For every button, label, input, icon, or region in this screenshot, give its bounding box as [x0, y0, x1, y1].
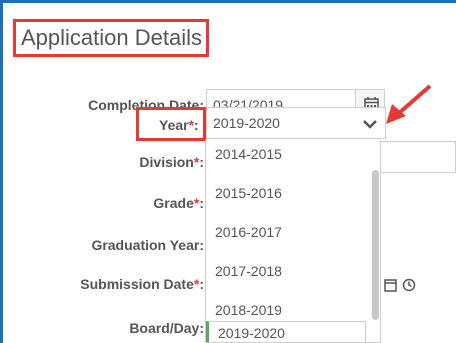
- page-title: Application Details: [13, 19, 209, 57]
- year-selected-value: 2019-2020: [213, 115, 280, 131]
- pointer-arrow-icon: [386, 84, 432, 124]
- calendar-icon: [384, 279, 397, 292]
- graduation-year-label: Graduation Year:: [91, 237, 204, 253]
- year-label-highlight: Year*:: [136, 107, 206, 141]
- year-dropdown-list[interactable]: 2014-2015 2015-2016 2016-2017 2017-2018 …: [205, 140, 381, 343]
- dropdown-scrollbar[interactable]: [372, 170, 379, 320]
- year-option[interactable]: 2015-2016: [215, 185, 282, 201]
- date-time-buttons-fragment[interactable]: [380, 270, 420, 300]
- division-label: Division*:: [139, 154, 204, 170]
- chevron-down-icon: [363, 120, 377, 129]
- year-option[interactable]: 2018-2019: [215, 302, 282, 318]
- submission-date-label: Submission Date*:: [80, 276, 204, 292]
- clock-icon: [402, 278, 416, 292]
- year-option[interactable]: 2016-2017: [215, 224, 282, 240]
- board-day-label: Board/Day:: [129, 320, 204, 336]
- year-option-selected[interactable]: 2019-2020: [206, 321, 366, 342]
- year-option[interactable]: 2014-2015: [215, 146, 282, 162]
- year-label: Year*:: [159, 117, 199, 133]
- division-field-fragment: [380, 141, 456, 173]
- grade-label: Grade*:: [153, 195, 204, 211]
- year-select[interactable]: 2019-2020: [206, 107, 386, 139]
- year-option[interactable]: 2017-2018: [215, 263, 282, 279]
